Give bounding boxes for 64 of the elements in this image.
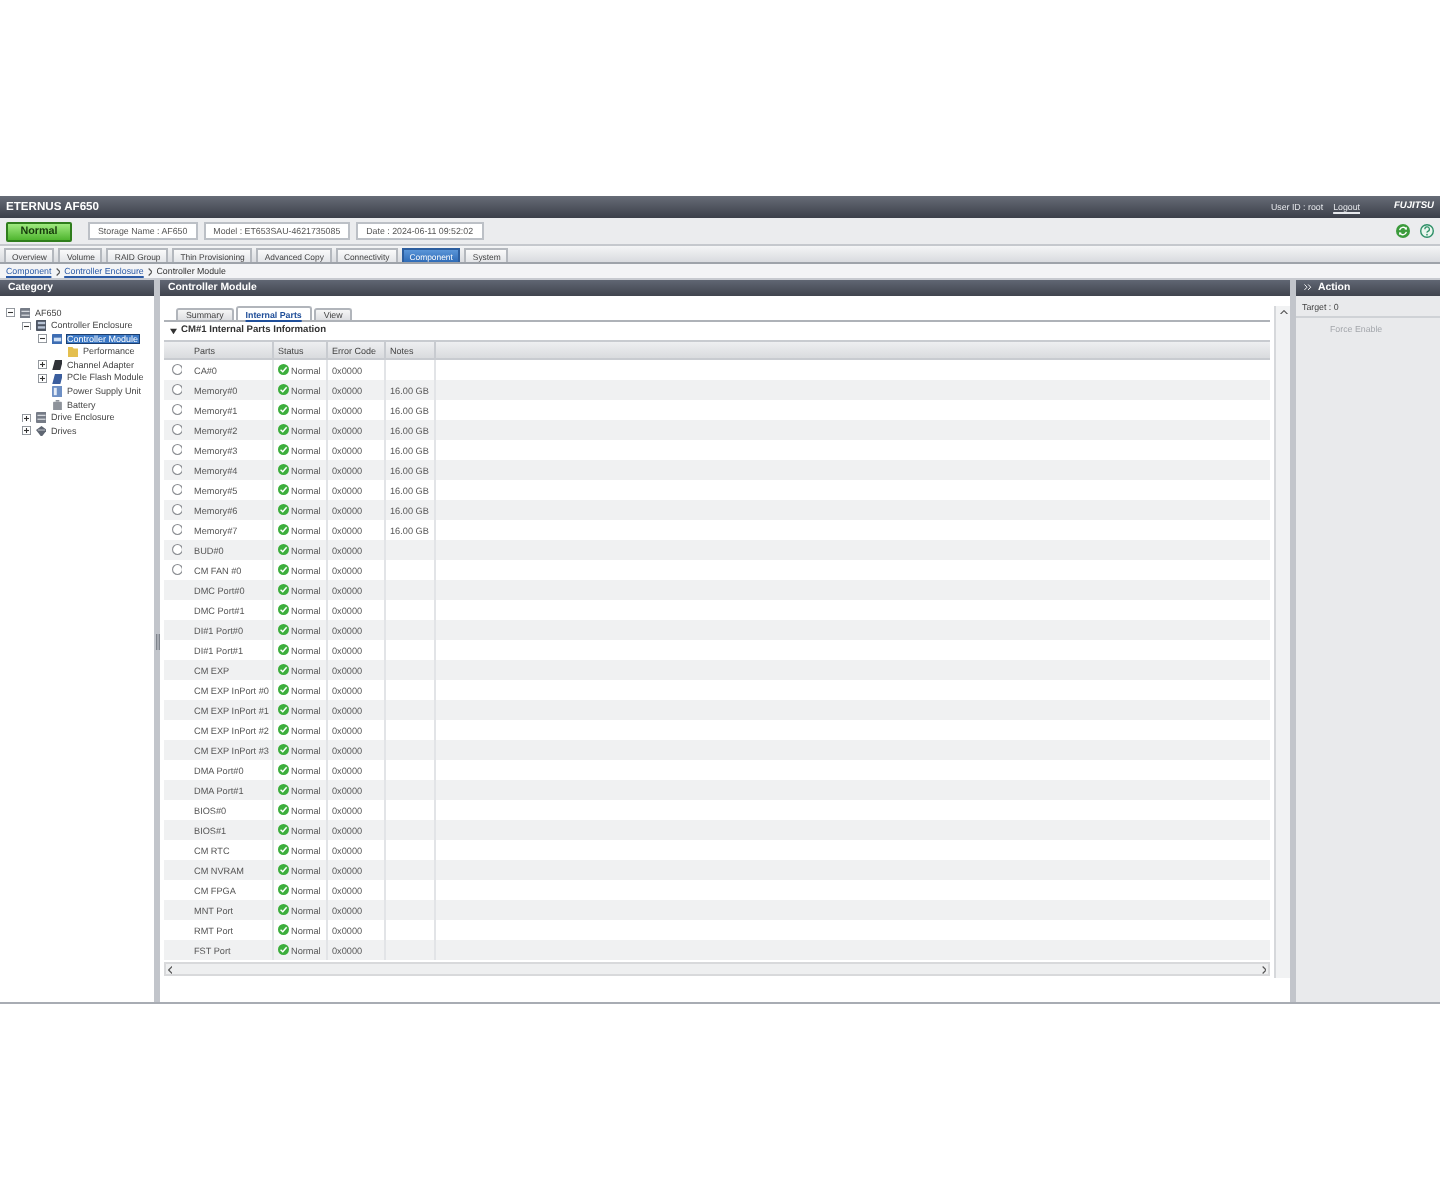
radio-button[interactable] bbox=[171, 504, 183, 516]
check-circle-icon bbox=[278, 724, 289, 736]
minus-box-icon[interactable] bbox=[38, 334, 47, 344]
check-circle-icon bbox=[278, 604, 289, 616]
check-circle-icon bbox=[278, 624, 289, 636]
check-circle-icon bbox=[278, 384, 289, 396]
minus-box-icon[interactable] bbox=[6, 308, 15, 318]
chevron-icon bbox=[55, 267, 61, 275]
check-circle-icon bbox=[278, 684, 289, 696]
check-circle-icon bbox=[278, 824, 289, 836]
check-circle-icon bbox=[278, 664, 289, 676]
radio-button[interactable] bbox=[171, 544, 183, 556]
plus-box-icon[interactable] bbox=[38, 374, 47, 384]
check-circle-icon bbox=[278, 504, 289, 516]
help-icon[interactable] bbox=[1420, 224, 1434, 238]
check-circle-icon bbox=[278, 844, 289, 856]
radio-button[interactable] bbox=[171, 524, 183, 536]
check-circle-icon bbox=[278, 404, 289, 416]
check-circle-icon bbox=[278, 564, 289, 576]
check-circle-icon bbox=[278, 584, 289, 596]
check-circle-icon bbox=[278, 644, 289, 656]
check-circle-icon bbox=[278, 544, 289, 556]
check-circle-icon bbox=[278, 784, 289, 796]
check-circle-icon bbox=[278, 904, 289, 916]
check-circle-icon bbox=[278, 764, 289, 776]
check-circle-icon bbox=[278, 884, 289, 896]
check-circle-icon bbox=[278, 804, 289, 816]
radio-button[interactable] bbox=[171, 484, 183, 496]
radio-button[interactable] bbox=[171, 464, 183, 476]
radio-button[interactable] bbox=[171, 364, 183, 376]
minus-box-icon[interactable] bbox=[22, 321, 31, 331]
check-circle-icon bbox=[278, 704, 289, 716]
check-circle-icon bbox=[278, 464, 289, 476]
rack-icon bbox=[35, 412, 46, 424]
triangle-down-icon[interactable] bbox=[170, 327, 177, 335]
plus-box-icon[interactable] bbox=[38, 360, 47, 370]
radio-button[interactable] bbox=[171, 404, 183, 416]
check-circle-icon bbox=[278, 744, 289, 756]
double-chevron-icon[interactable] bbox=[1304, 284, 1312, 292]
enclosure-icon bbox=[35, 320, 46, 332]
disk-icon bbox=[35, 425, 46, 437]
module-icon bbox=[51, 333, 62, 345]
chevron-icon bbox=[147, 267, 153, 275]
radio-button[interactable] bbox=[171, 564, 183, 576]
refresh-icon[interactable] bbox=[1396, 224, 1410, 238]
power-unit-icon bbox=[51, 386, 62, 398]
check-circle-icon bbox=[278, 444, 289, 456]
vertical-scrollbar[interactable] bbox=[1274, 306, 1290, 978]
folder-icon bbox=[67, 346, 78, 358]
check-circle-icon bbox=[278, 424, 289, 436]
battery-icon bbox=[51, 399, 62, 411]
check-circle-icon bbox=[278, 864, 289, 876]
check-circle-icon bbox=[278, 944, 289, 956]
radio-button[interactable] bbox=[171, 444, 183, 456]
check-circle-icon bbox=[278, 524, 289, 536]
radio-button[interactable] bbox=[171, 424, 183, 436]
check-circle-icon bbox=[278, 484, 289, 496]
horizontal-scrollbar[interactable] bbox=[164, 962, 1270, 976]
radio-button[interactable] bbox=[171, 384, 183, 396]
plus-box-icon[interactable] bbox=[22, 426, 31, 436]
plus-box-icon[interactable] bbox=[22, 413, 31, 423]
rack-icon bbox=[19, 307, 30, 319]
check-circle-icon bbox=[278, 364, 289, 376]
check-circle-icon bbox=[278, 924, 289, 936]
